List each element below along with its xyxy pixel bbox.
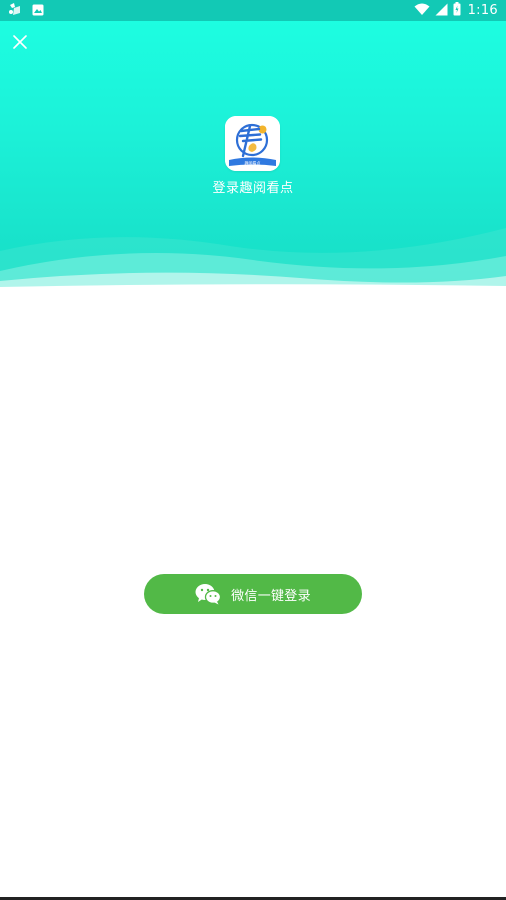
logo-caption: 趣阅看点	[245, 160, 261, 166]
status-left-icons	[8, 3, 44, 18]
close-icon	[13, 35, 27, 49]
wechat-login-label: 微信一键登录	[231, 588, 311, 604]
wechat-icon	[195, 584, 222, 605]
cell-signal-icon	[435, 1, 448, 20]
login-header: 趣阅看点 登录趣阅看点	[0, 21, 506, 291]
status-bar: 1:16	[0, 0, 506, 21]
image-icon	[32, 1, 44, 20]
header-waves	[0, 228, 506, 291]
status-right-icons: 1:16	[414, 2, 498, 19]
battery-icon	[453, 1, 461, 20]
wechat-login-button[interactable]: 微信一键登录	[144, 574, 362, 614]
login-title: 登录趣阅看点	[212, 181, 294, 196]
photo-icon	[8, 1, 22, 20]
wifi-icon	[414, 1, 430, 20]
status-time: 1:16	[467, 3, 498, 18]
app-logo: 趣阅看点	[225, 116, 280, 171]
login-screen: 1:16 趣阅看点 登录趣阅看点 微信一键登录	[0, 0, 506, 900]
close-button[interactable]	[8, 30, 32, 54]
